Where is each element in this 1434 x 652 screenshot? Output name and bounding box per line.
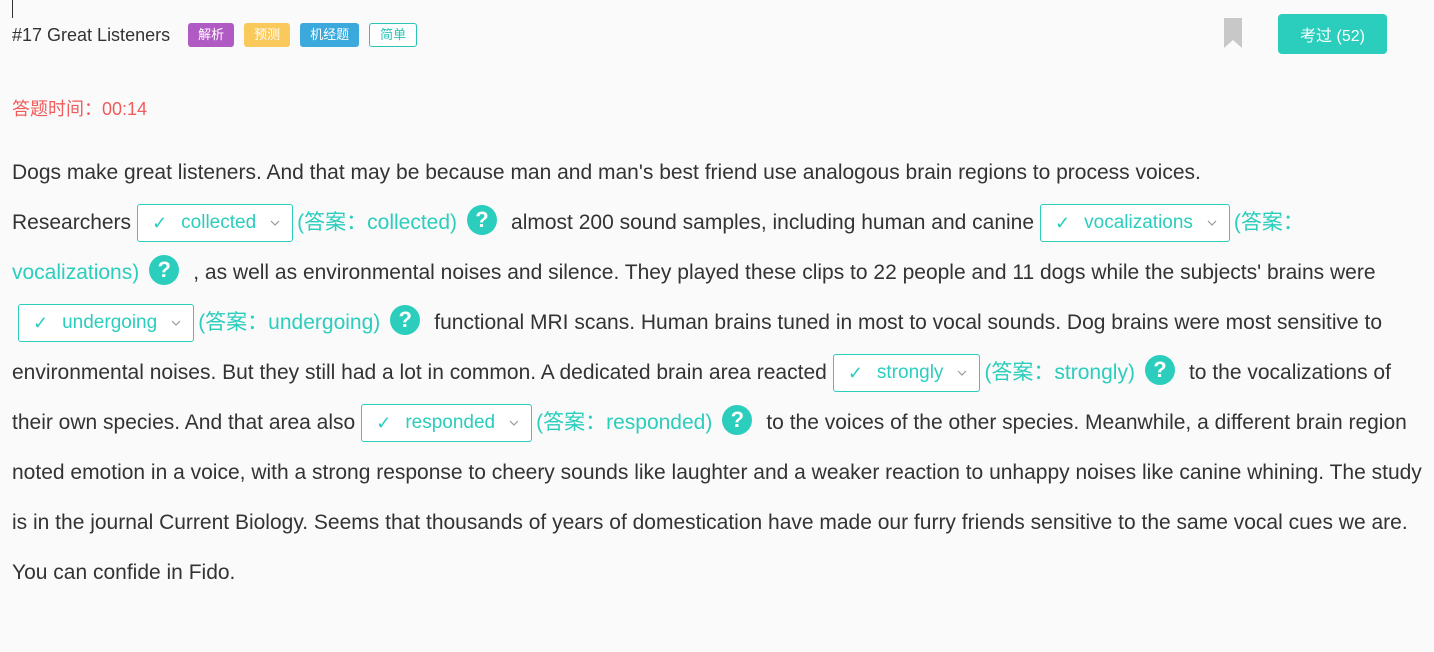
question-title: #17 Great Listeners <box>12 24 171 45</box>
help-icon[interactable]: ? <box>1144 355 1175 386</box>
blank-select-3[interactable]: ✓ undergoing <box>18 304 195 343</box>
exam-count-button[interactable]: 考过 (52) <box>1278 14 1387 54</box>
chevron-down-icon <box>270 221 280 227</box>
tag-prediction[interactable]: 预测 <box>244 23 291 47</box>
help-icon[interactable]: ? <box>149 255 180 286</box>
chevron-down-icon <box>509 421 519 427</box>
article-text-segment: Researchers <box>12 211 132 234</box>
chevron-down-icon <box>171 321 181 327</box>
blank-select-value: vocalizations <box>1084 212 1193 234</box>
article-text-segment: to the voices of the other species. Mean… <box>12 411 1422 584</box>
article-text-segment: almost 200 sound samples, including huma… <box>511 211 1035 234</box>
help-icon[interactable]: ? <box>722 405 753 436</box>
blank-select-4[interactable]: ✓ strongly <box>832 354 981 393</box>
blank-select-value: undergoing <box>62 312 158 334</box>
check-icon: ✓ <box>1055 213 1071 234</box>
blank-select-1[interactable]: ✓ collected <box>137 204 294 243</box>
text-cursor <box>12 0 13 18</box>
tag-exam-question[interactable]: 机经题 <box>300 23 360 47</box>
chevron-down-icon <box>1207 221 1217 227</box>
answer-hint: (答案：responded) <box>536 411 713 434</box>
blank-select-value: collected <box>181 212 257 234</box>
answer-timer: 答题时间：00:14 <box>12 99 148 119</box>
article-text-segment: , as well as environmental noises and si… <box>193 261 1376 284</box>
article-text: Dogs make great listeners. And that may … <box>12 148 1424 598</box>
article-text-segment: Dogs make great listeners. And that may … <box>12 161 1201 184</box>
tag-analysis[interactable]: 解析 <box>188 23 235 47</box>
tag-difficulty: 简单 <box>369 23 418 47</box>
blank-select-value: responded <box>405 412 496 434</box>
check-icon: ✓ <box>847 363 863 384</box>
blank-select-5[interactable]: ✓ responded <box>361 404 533 443</box>
question-header: #17 Great Listeners 解析 预测 机经题 简单 <box>12 18 418 52</box>
check-icon: ✓ <box>152 213 168 234</box>
blank-select-value: strongly <box>876 362 944 384</box>
blank-select-2[interactable]: ✓ vocalizations <box>1040 204 1230 243</box>
help-icon[interactable]: ? <box>390 305 421 336</box>
check-icon: ✓ <box>376 413 392 434</box>
answer-hint: (答案：collected) <box>297 211 458 234</box>
chevron-down-icon <box>958 371 967 377</box>
check-icon: ✓ <box>33 313 49 334</box>
bookmark-icon[interactable] <box>1224 18 1242 48</box>
answer-hint: (答案：undergoing) <box>198 311 381 334</box>
help-icon[interactable]: ? <box>467 205 498 236</box>
answer-hint: (答案：strongly) <box>984 361 1135 384</box>
